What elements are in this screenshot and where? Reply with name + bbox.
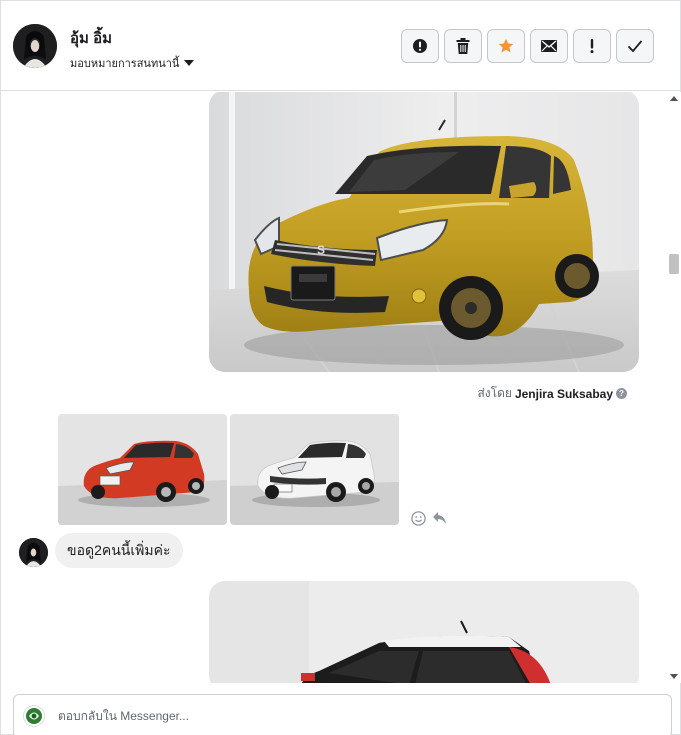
reply-icon[interactable] [432,511,447,530]
star-icon [498,38,514,53]
scrollbar-thumb[interactable] [669,254,679,274]
assign-label: มอบหมายการสนทนานี้ [70,58,180,70]
svg-text:S: S [317,243,325,257]
car-photo-white[interactable] [230,414,399,525]
mark-unread-button[interactable] [530,29,568,63]
scroll-up-arrow-icon[interactable] [670,96,678,101]
car-photo-yellow[interactable]: S [209,92,639,372]
trash-icon [456,38,470,54]
sent-by-label: ส่งโดย Jenjira Suksabay ? [477,384,627,403]
reply-input[interactable] [58,706,658,726]
contact-avatar-small[interactable] [19,538,48,567]
message-thread[interactable]: S ส่งโดย Jenjira Suksabay ? ขอดู2คนนี้เพ… [1,92,669,683]
envelope-icon [541,40,557,52]
conversation-panel: อุ้ม อิ้ม มอบหมายการสนทนานี้ S ส่งโดย Je… [0,0,681,735]
help-icon[interactable]: ? [616,388,627,399]
incoming-message-bubble[interactable]: ขอดู2คนนี้เพิ่มค่ะ [55,533,183,568]
contact-avatar[interactable] [13,24,57,68]
page-avatar [23,705,45,727]
exclamation-icon [590,39,594,54]
car-photo-red[interactable] [58,414,227,525]
thread-scrollbar[interactable] [667,92,681,683]
caret-down-icon [184,60,195,66]
contact-name: อุ้ม อิ้ม [70,30,112,47]
mark-done-button[interactable] [616,29,654,63]
scroll-down-arrow-icon[interactable] [670,674,678,679]
sent-by-name: Jenjira Suksabay [514,386,613,401]
sent-by-prefix: ส่งโดย [477,386,512,400]
assign-conversation-dropdown[interactable]: มอบหมายการสนทนานี้ [70,54,195,72]
follow-up-button[interactable] [573,29,611,63]
conversation-toolbar [401,29,654,63]
conversation-header: อุ้ม อิ้ม มอบหมายการสนทนานี้ [1,1,680,91]
smiley-react-icon[interactable] [411,511,426,531]
delete-button[interactable] [444,29,482,63]
checkmark-icon [627,40,643,53]
star-button[interactable] [487,29,525,63]
alert-circle-icon [413,39,427,53]
reply-composer[interactable] [13,694,672,735]
car-photo-black-white[interactable] [209,581,639,683]
report-spam-button[interactable] [401,29,439,63]
